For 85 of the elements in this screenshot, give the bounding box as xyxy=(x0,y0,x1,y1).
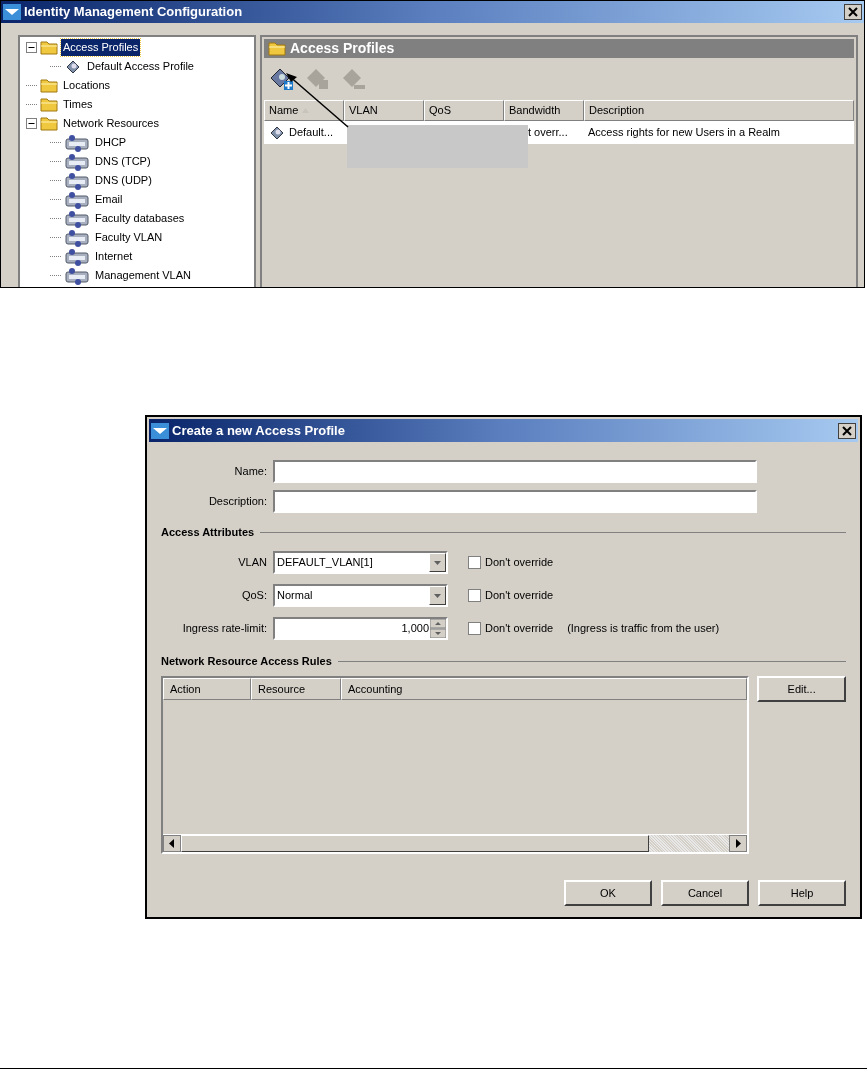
folder-icon xyxy=(40,97,58,112)
checkbox-label: Don't override xyxy=(485,588,554,604)
text-field[interactable] xyxy=(273,489,757,513)
folder-icon xyxy=(40,40,58,55)
app-logo-icon xyxy=(3,4,21,20)
scroll-right-icon[interactable] xyxy=(729,835,748,852)
tree-item[interactable]: Faculty databases xyxy=(93,210,187,227)
profile-icon xyxy=(64,59,82,74)
table-cell-text: t overr... xyxy=(528,125,568,141)
checkbox[interactable] xyxy=(468,622,481,635)
dropdown-arrow-icon xyxy=(434,560,441,565)
field-label: QoS: xyxy=(240,588,267,604)
hint-text: (Ingress is traffic from the user) xyxy=(567,621,720,637)
checkbox[interactable] xyxy=(468,589,481,602)
tree-item[interactable]: Management VLAN xyxy=(93,267,193,284)
tree-item[interactable]: Network Resources xyxy=(61,115,161,132)
section-title: Access Attributes xyxy=(161,524,255,540)
tree-item[interactable]: DNS (UDP) xyxy=(93,172,154,189)
network-device-icon xyxy=(64,209,90,228)
network-device-icon xyxy=(64,247,90,266)
text-field[interactable] xyxy=(273,459,757,483)
dialog-button[interactable]: Help xyxy=(758,880,846,906)
dropdown[interactable]: DEFAULT_VLAN[1] xyxy=(273,551,448,574)
tree-item[interactable]: Faculty VLAN xyxy=(93,229,165,246)
column-label: QoS xyxy=(429,103,451,119)
column-header[interactable]: Resource xyxy=(251,678,341,700)
checkbox-label: Don't override xyxy=(485,555,554,571)
network-device-icon xyxy=(64,152,90,171)
dialog-title: Create a new Access Profile xyxy=(172,421,346,440)
network-device-icon xyxy=(64,133,90,152)
tree-item[interactable]: Default Access Profile xyxy=(85,58,196,75)
tree-item[interactable]: Email xyxy=(93,191,125,208)
dropdown[interactable]: Normal xyxy=(273,584,448,607)
tree-item[interactable]: Locations xyxy=(61,77,113,94)
close-icon xyxy=(848,7,858,17)
scroll-left-icon[interactable] xyxy=(163,835,181,852)
tree-item[interactable]: Internet xyxy=(93,248,135,265)
column-label: Description xyxy=(589,103,645,119)
horizontal-scrollbar[interactable] xyxy=(163,834,748,852)
network-device-icon xyxy=(64,190,90,209)
column-header[interactable]: Accounting xyxy=(341,678,748,700)
column-label: Bandwidth xyxy=(509,103,561,119)
tree-item[interactable]: DNS (TCP) xyxy=(93,153,153,170)
network-device-icon xyxy=(64,266,90,285)
column-header[interactable]: Bandwidth xyxy=(504,100,584,121)
table-cell-text: Access rights for new Users in a Realm xyxy=(588,125,780,141)
dialog-button[interactable]: OK xyxy=(564,880,652,906)
folder-icon xyxy=(268,41,286,56)
field-label: VLAN xyxy=(237,555,267,571)
close-icon xyxy=(842,425,852,436)
tree-item[interactable]: Access Profiles xyxy=(61,39,141,56)
panel-title: Access Profiles xyxy=(290,39,395,58)
close-button[interactable] xyxy=(844,4,862,20)
tree-item[interactable]: Times xyxy=(61,96,95,113)
column-header[interactable]: Action xyxy=(163,678,251,700)
scrollbar-thumb[interactable] xyxy=(181,835,649,852)
close-button[interactable] xyxy=(838,422,856,439)
number-spinner[interactable]: 1,000 xyxy=(273,617,448,640)
app-logo-icon xyxy=(151,422,169,439)
field-label: Description: xyxy=(207,493,267,509)
field-label: Ingress rate-limit: xyxy=(181,621,267,637)
column-header[interactable]: Description xyxy=(584,100,854,121)
network-device-icon xyxy=(64,228,90,247)
collapse-icon[interactable] xyxy=(26,118,37,129)
profile-icon xyxy=(268,125,286,140)
checkbox-label: Don't override xyxy=(485,621,554,637)
checkbox[interactable] xyxy=(468,556,481,569)
column-label: VLAN xyxy=(349,103,378,119)
dialog-button[interactable]: Cancel xyxy=(661,880,749,906)
edit-button[interactable]: Edit... xyxy=(757,676,846,702)
column-label: Name xyxy=(269,103,299,119)
section-title: Network Resource Access Rules xyxy=(161,653,332,669)
column-header[interactable]: Name xyxy=(264,100,344,121)
column-header[interactable]: QoS xyxy=(424,100,504,121)
tree-item[interactable]: DHCP xyxy=(93,134,129,151)
dropdown-arrow-icon xyxy=(434,593,441,598)
column-header[interactable]: VLAN xyxy=(344,100,424,121)
spinner-arrows-icon[interactable] xyxy=(430,619,446,638)
table-cell-text: Default... xyxy=(289,125,334,141)
window-title: Identity Management Configuration xyxy=(24,3,244,22)
field-label: Name: xyxy=(233,463,267,479)
collapse-icon[interactable] xyxy=(26,42,37,53)
network-device-icon xyxy=(64,171,90,190)
folder-icon xyxy=(40,78,58,93)
folder-icon xyxy=(40,116,58,131)
